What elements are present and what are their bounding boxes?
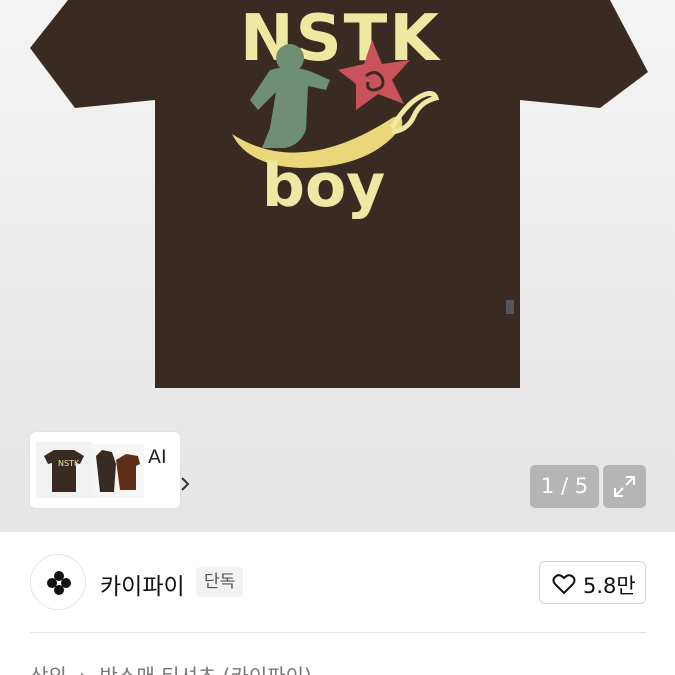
breadcrumb-separator: › — [79, 664, 87, 675]
thumbnail-strip[interactable]: NSTK AI — [30, 432, 190, 508]
breadcrumb: 상의 › 반소매 티셔츠 (카이파이) — [30, 660, 318, 675]
image-counter: 1 / 5 — [530, 465, 599, 508]
heart-icon — [552, 574, 576, 595]
like-button[interactable]: 5.8만 — [539, 561, 646, 604]
exclusive-badge: 단독 — [196, 567, 244, 597]
seller-row: 카이파이 단독 5.8만 — [0, 532, 675, 632]
expand-icon — [614, 476, 635, 497]
label-tag — [506, 300, 514, 314]
seller-avatar[interactable] — [30, 554, 86, 610]
print-text-top: NSTK — [240, 2, 441, 76]
fullscreen-button[interactable] — [603, 465, 646, 508]
breadcrumb-category[interactable]: 상의 — [30, 664, 67, 675]
divider — [30, 632, 646, 633]
breadcrumb-subcategory[interactable]: 반소매 티셔츠 (카이파이) — [100, 664, 312, 675]
like-count: 5.8만 — [583, 574, 636, 598]
seller-name[interactable]: 카이파이 — [100, 567, 185, 601]
chevron-right-icon[interactable] — [180, 476, 190, 492]
thumbnail-ai-label: AI — [148, 446, 167, 468]
product-gallery[interactable]: NSTK boy NSTK AI 1 / 5 — [0, 0, 675, 532]
clover-icon — [47, 571, 71, 595]
print-text-bottom: boy — [262, 151, 385, 221]
product-image: NSTK boy — [30, 0, 648, 388]
svg-text:NSTK: NSTK — [58, 459, 80, 468]
